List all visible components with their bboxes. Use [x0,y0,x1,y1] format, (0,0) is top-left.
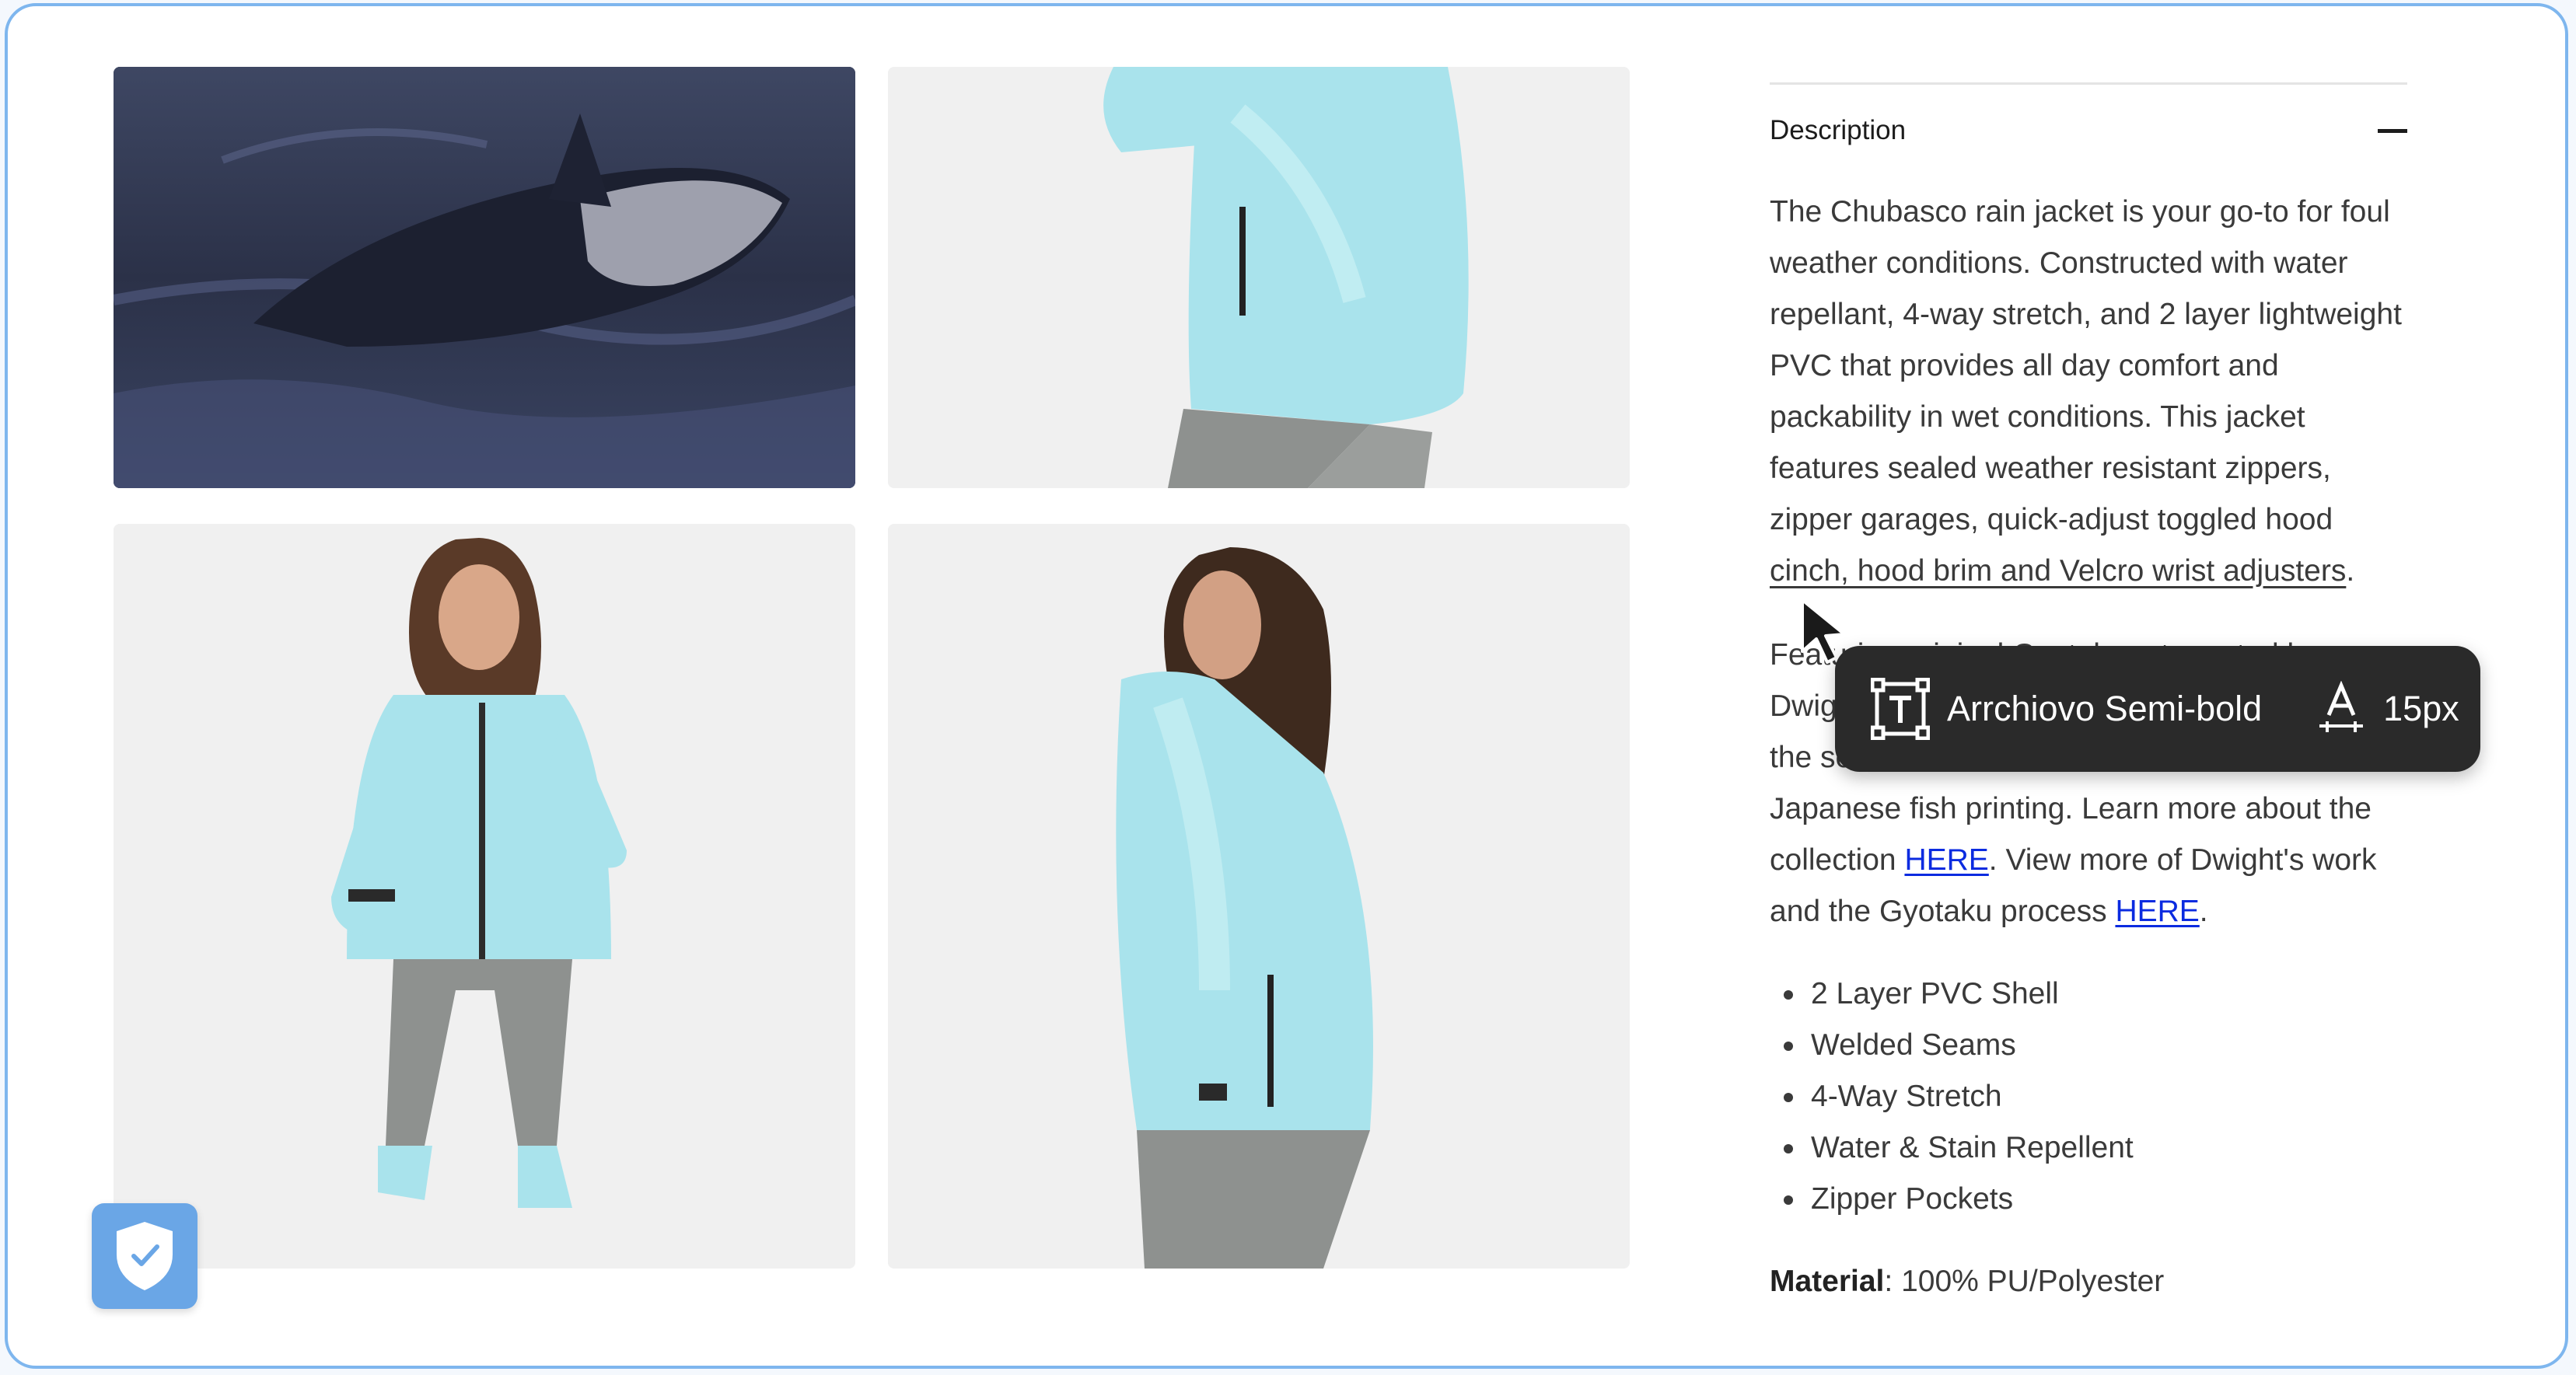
paragraph-2-collection-prefix: collection [1770,843,1905,877]
collection-link[interactable]: HERE [1904,843,1988,877]
description-paragraph-1: The Chubasco rain jacket is your go-to f… [1770,187,2407,597]
jacket-side-art [888,67,1630,488]
material-label: Material [1770,1265,1885,1298]
font-size-icon [2319,681,2364,732]
divider [1770,82,2407,85]
list-item: 2 Layer PVC Shell [1770,968,2134,1020]
security-badge-button[interactable] [92,1203,197,1309]
font-name: Arrchiovo Semi-bold [1947,689,2263,728]
product-image-front[interactable] [114,524,855,1269]
material-line: Material: 100% PU/Polyester [1770,1256,2164,1307]
list-item: Welded Seams [1770,1020,2134,1071]
product-image-shark[interactable] [114,67,855,488]
paragraph-2-line-4: Japanese fish printing. Learn more about… [1770,792,2372,825]
paragraph-2-end: . [2199,895,2208,928]
paragraph-2-process-prefix: and the Gyotaku process [1770,895,2116,928]
browser-frame: Description The Chubasco rain jacket is … [5,3,2568,1369]
paragraph-1-end: . [2346,554,2355,588]
material-value: : 100% PU/Polyester [1884,1265,2165,1298]
list-item: Water & Stain Repellent [1770,1122,2134,1174]
model-front-art [114,524,855,1269]
paragraph-1-underlined-text[interactable]: cinch, hood brim and Velcro wrist adjust… [1770,554,2346,588]
paragraph-2-mid: . View more of Dwight's work [1988,843,2377,877]
product-image-side[interactable] [888,524,1630,1269]
shark-art [114,67,855,488]
shield-check-icon [117,1222,173,1290]
product-image-side-crop[interactable] [888,67,1630,488]
feature-list: 2 Layer PVC Shell Welded Seams 4-Way Str… [1770,968,2134,1225]
paragraph-1-text: The Chubasco rain jacket is your go-to f… [1770,195,2402,536]
list-item: 4-Way Stretch [1770,1071,2134,1122]
font-size-value: 15px [2383,689,2459,728]
list-item: Zipper Pockets [1770,1174,2134,1225]
collapse-minus-icon[interactable] [2378,128,2407,133]
font-inspector-tooltip: Arrchiovo Semi-bold 15px [1835,646,2480,772]
description-accordion-header[interactable]: Description [1770,112,2407,149]
model-side-art [888,524,1630,1269]
description-title: Description [1770,115,1907,145]
text-box-icon [1871,678,1930,740]
process-link[interactable]: HERE [2115,895,2199,928]
